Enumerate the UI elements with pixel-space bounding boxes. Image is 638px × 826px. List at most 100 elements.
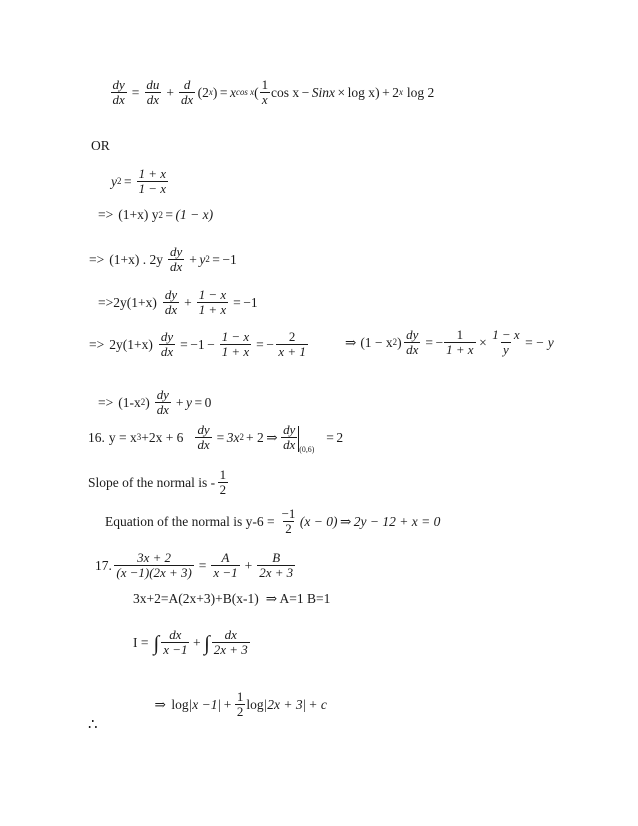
normal-line-result: 2y − 12 + x = 0 <box>353 513 441 529</box>
denominator-dx: dx <box>144 91 161 107</box>
fraction-dy-dx: dy dx <box>167 244 185 274</box>
numerator: 3x + 2 <box>137 550 172 565</box>
slope-label: Slope of the normal is - <box>88 474 216 490</box>
slope-of-normal-statement: Slope of the normal is - 1 2 <box>88 468 231 497</box>
log-function-1: log <box>171 696 189 712</box>
log-two-term: log 2 <box>406 84 435 100</box>
numerator-A: A <box>221 550 230 565</box>
equation-final-ode: => (1-x 2 ) dy dx + y = 0 <box>98 387 212 417</box>
right-side: − y <box>535 334 554 350</box>
denominator-dx: dx <box>154 401 171 417</box>
partial-fraction-expansion: 3x+2=A(2x+3)+B(x-1) ⇒ A=1 B=1 <box>133 592 330 606</box>
integral-sign-2: ∫ <box>204 631 210 656</box>
log-argument-2: 2x + 3 <box>267 696 303 712</box>
implies-arrow: => <box>98 207 114 222</box>
implies-arrow: ⇒ <box>345 334 357 350</box>
numerator-dy: dy <box>112 77 125 92</box>
fraction-one-half: 1 2 <box>217 467 229 497</box>
numerator-dy: dy <box>406 327 419 342</box>
numerator: 1 <box>236 689 244 704</box>
denominator: 1 + x <box>219 343 252 359</box>
numerator: 1 <box>219 467 227 482</box>
question-17: 17. 3x + 2 (x −1)(2x + 3) = A x −1 + B 2… <box>95 551 298 580</box>
function-rest: +2x + 6 <box>141 429 184 445</box>
function-definition: y = x <box>108 429 137 445</box>
base-two-2: 2 <box>392 84 399 100</box>
numerator-dy: dy <box>156 387 169 402</box>
numerator-dx: dx <box>224 627 237 642</box>
integral-decomposition: I = ∫ dx x −1 + ∫ dx 2x + 3 <box>133 628 251 657</box>
equation-y-squared: y 2 = 1 + x 1 − x <box>111 166 169 196</box>
x-minus-zero-factor: (x − 0) <box>299 513 338 529</box>
implies-arrow: => <box>89 336 105 352</box>
numerator-dy: dy <box>169 244 183 259</box>
right-side: −1 <box>222 251 237 267</box>
plus-sign: + <box>244 557 253 573</box>
equals-sign: = <box>425 334 433 350</box>
question-number: 17. <box>95 557 112 573</box>
right-side: 0 <box>204 394 212 410</box>
numerator: 1 + x <box>138 166 167 181</box>
fraction-dx-over-xminus1: dx x −1 <box>161 627 190 657</box>
plus-sign: + <box>192 634 201 650</box>
cos-x-term: cos x <box>271 84 300 100</box>
equation-of-normal-statement: Equation of the normal is y-6 = −1 2 (x … <box>105 507 440 536</box>
numerator-dx: dx <box>169 627 182 642</box>
denominator-dx: dx <box>404 341 421 357</box>
question-number: 16. <box>88 429 105 445</box>
times-sign: × <box>479 334 487 350</box>
fraction-dy-dx: dy dx <box>110 77 127 107</box>
equals-sign: = <box>216 429 225 445</box>
denominator-dx: dx <box>178 91 196 107</box>
numerator: 1 − x <box>221 329 250 344</box>
fraction-minus-one-half: −1 2 <box>280 507 298 536</box>
log-function-2: log <box>246 696 264 712</box>
denominator: 2 <box>283 520 294 536</box>
denominator-dx: dx <box>158 343 176 359</box>
denominator: x −1 <box>161 641 190 657</box>
plus-sign: + <box>189 251 197 267</box>
implies-arrow: ⇒ <box>266 429 278 445</box>
denominator-dx: dx <box>281 436 298 452</box>
left-factor: (1-x <box>118 394 141 410</box>
left-side: 2y(1+x) <box>109 336 153 352</box>
plus-sign: + <box>223 696 232 712</box>
numerator: −1 <box>281 506 296 521</box>
equals-sign: = <box>131 84 140 100</box>
equation-implicit-diff: => (1+x) . 2y dy dx + y 2 = −1 <box>89 244 237 274</box>
denominator: 1 − x <box>136 180 169 196</box>
fraction-du-dx: du dx <box>144 78 161 107</box>
fraction-dy-dx-eval: dy dx <box>281 423 298 452</box>
plus-sign: + <box>184 294 192 310</box>
denominator-x: x <box>259 91 270 107</box>
plus-sign: + <box>175 394 184 410</box>
normal-label: Equation of the normal is y-6 = <box>105 513 275 529</box>
numerator-dy: dy <box>164 287 178 302</box>
minus-sign: − <box>435 334 444 350</box>
implies-arrow: ⇒ <box>265 591 277 606</box>
therefore-icon: ∴ <box>88 717 98 733</box>
numerator-one: 1 <box>261 77 269 92</box>
minus-sign: − <box>301 84 310 100</box>
equals-sign: = <box>180 336 188 352</box>
log-argument-1: x −1 <box>192 696 218 712</box>
open-paren-2: ( <box>254 84 259 100</box>
integral-result: ⇒ log | x −1 | + 1 2 log | 2x + 3 | + c <box>152 690 327 719</box>
equals-sign: = <box>212 251 220 267</box>
denominator-dx: dx <box>110 91 127 107</box>
numerator-du: du <box>146 77 160 92</box>
denominator: 1 + x <box>196 301 229 317</box>
fraction-one-half: 1 2 <box>234 689 246 719</box>
minus-sign-2: − <box>266 336 274 352</box>
times-sign: × <box>337 84 346 100</box>
equals-sign: = <box>123 173 132 189</box>
left-side: 2y(1+x) <box>113 294 157 310</box>
left-side: (1+x) y <box>118 207 159 222</box>
fraction-2-over-xplus1: 2 x + 1 <box>276 330 308 359</box>
fraction-1plusx-over-1minusx: 1 + x 1 − x <box>136 166 169 196</box>
equals-sign: = <box>194 394 203 410</box>
sin-x-term: Sinx <box>311 84 336 100</box>
equation-cross-multiplied: => (1+x) y 2 = (1 − x) <box>98 207 214 222</box>
derivative-expression: 3x <box>226 429 240 445</box>
fraction-1minusx-over-1plusx: 1 − x 1 + x <box>196 288 229 317</box>
